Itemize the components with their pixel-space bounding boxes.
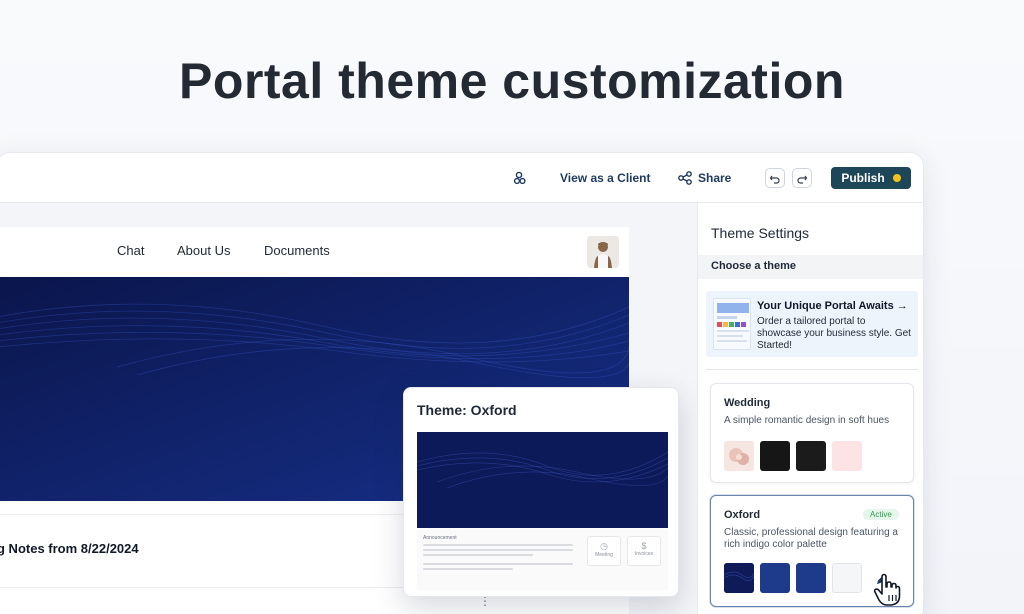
choose-theme-label: Choose a theme <box>698 255 923 279</box>
divider <box>706 369 918 370</box>
panel-title: Theme Settings <box>711 225 810 241</box>
wave-image-icon <box>724 563 754 593</box>
promo-description: Order a tailored portal to showcase your… <box>757 316 911 351</box>
site-nav: Chat About Us Documents <box>0 227 629 277</box>
theme-card-wedding[interactable]: Wedding A simple romantic design in soft… <box>710 383 914 483</box>
mini-meeting-label: Meeting <box>595 552 613 558</box>
theme-name: Wedding <box>724 397 771 409</box>
theme-preview-content: Announcement ◷ Meeting $ Invoices <box>417 530 668 590</box>
nav-documents[interactable]: Documents <box>264 243 330 258</box>
mini-heading: Announcement <box>423 535 457 541</box>
swatch-color[interactable] <box>832 563 862 593</box>
page-headline: Portal theme customization <box>179 53 845 109</box>
status-badge: Active <box>863 509 899 520</box>
swatch-color[interactable] <box>760 563 790 593</box>
undo-button[interactable] <box>765 168 785 188</box>
swatch-wave-image[interactable] <box>724 563 754 593</box>
unpublished-changes-dot <box>892 174 901 182</box>
publish-label: Publish <box>841 171 885 185</box>
theme-description: A simple romantic design in soft hues <box>724 415 890 426</box>
text-line <box>423 568 513 570</box>
text-line <box>423 549 573 551</box>
dollar-icon: $ <box>641 541 647 551</box>
editor-toolbar: View as a Client Share Publish <box>0 153 923 203</box>
text-line <box>423 544 573 546</box>
swatch-color[interactable] <box>796 563 826 593</box>
view-as-client-button[interactable]: View as a Client <box>560 171 651 185</box>
share-button[interactable]: Share <box>698 171 731 185</box>
mini-invoices-card: $ Invoices <box>627 536 661 566</box>
swatch-floral-image[interactable] <box>724 441 754 471</box>
mini-meeting-card: ◷ Meeting <box>587 536 621 566</box>
theme-preview-title: Theme: Oxford <box>417 402 517 418</box>
promo-thumbnail <box>713 298 751 350</box>
theme-settings-panel: Theme Settings Choose a theme Your Uniqu… <box>697 203 923 614</box>
redo-icon <box>797 175 808 184</box>
promo-title: Your Unique Portal Awaits → <box>757 300 908 312</box>
nav-chat[interactable]: Chat <box>117 243 144 258</box>
nav-about-us[interactable]: About Us <box>177 243 230 258</box>
undo-icon <box>769 175 780 184</box>
portal-mockup-graphic <box>714 299 750 349</box>
text-line <box>423 563 573 565</box>
theme-description: Classic, professional design featuring a… <box>724 527 898 550</box>
notes-heading: g Notes from 8/22/2024 <box>0 541 139 556</box>
redo-button[interactable] <box>792 168 812 188</box>
mini-invoices-label: Invoices <box>634 551 654 557</box>
avatar[interactable] <box>587 236 619 268</box>
hand-cursor-icon <box>873 573 901 606</box>
users-icon[interactable] <box>512 170 528 186</box>
publish-button[interactable]: Publish <box>831 167 911 189</box>
person-avatar-icon <box>587 236 619 268</box>
theme-preview-hero <box>416 432 669 528</box>
portal-editor-window: View as a Client Share Publish Chat Abou… <box>0 152 924 614</box>
wave-pattern-graphic <box>416 432 669 528</box>
custom-portal-promo[interactable]: Your Unique Portal Awaits → Order a tail… <box>706 291 918 357</box>
theme-preview-popup: Theme: Oxford Announcement ◷ Meeting $ I… <box>403 387 679 597</box>
theme-name: Oxford <box>724 509 761 521</box>
share-icon[interactable] <box>677 170 693 186</box>
clock-icon: ◷ <box>600 541 608 551</box>
flower-image-icon <box>724 441 754 471</box>
swatch-color[interactable] <box>760 441 790 471</box>
swatch-color[interactable] <box>796 441 826 471</box>
swatch-color[interactable] <box>832 441 862 471</box>
text-line <box>423 554 533 556</box>
